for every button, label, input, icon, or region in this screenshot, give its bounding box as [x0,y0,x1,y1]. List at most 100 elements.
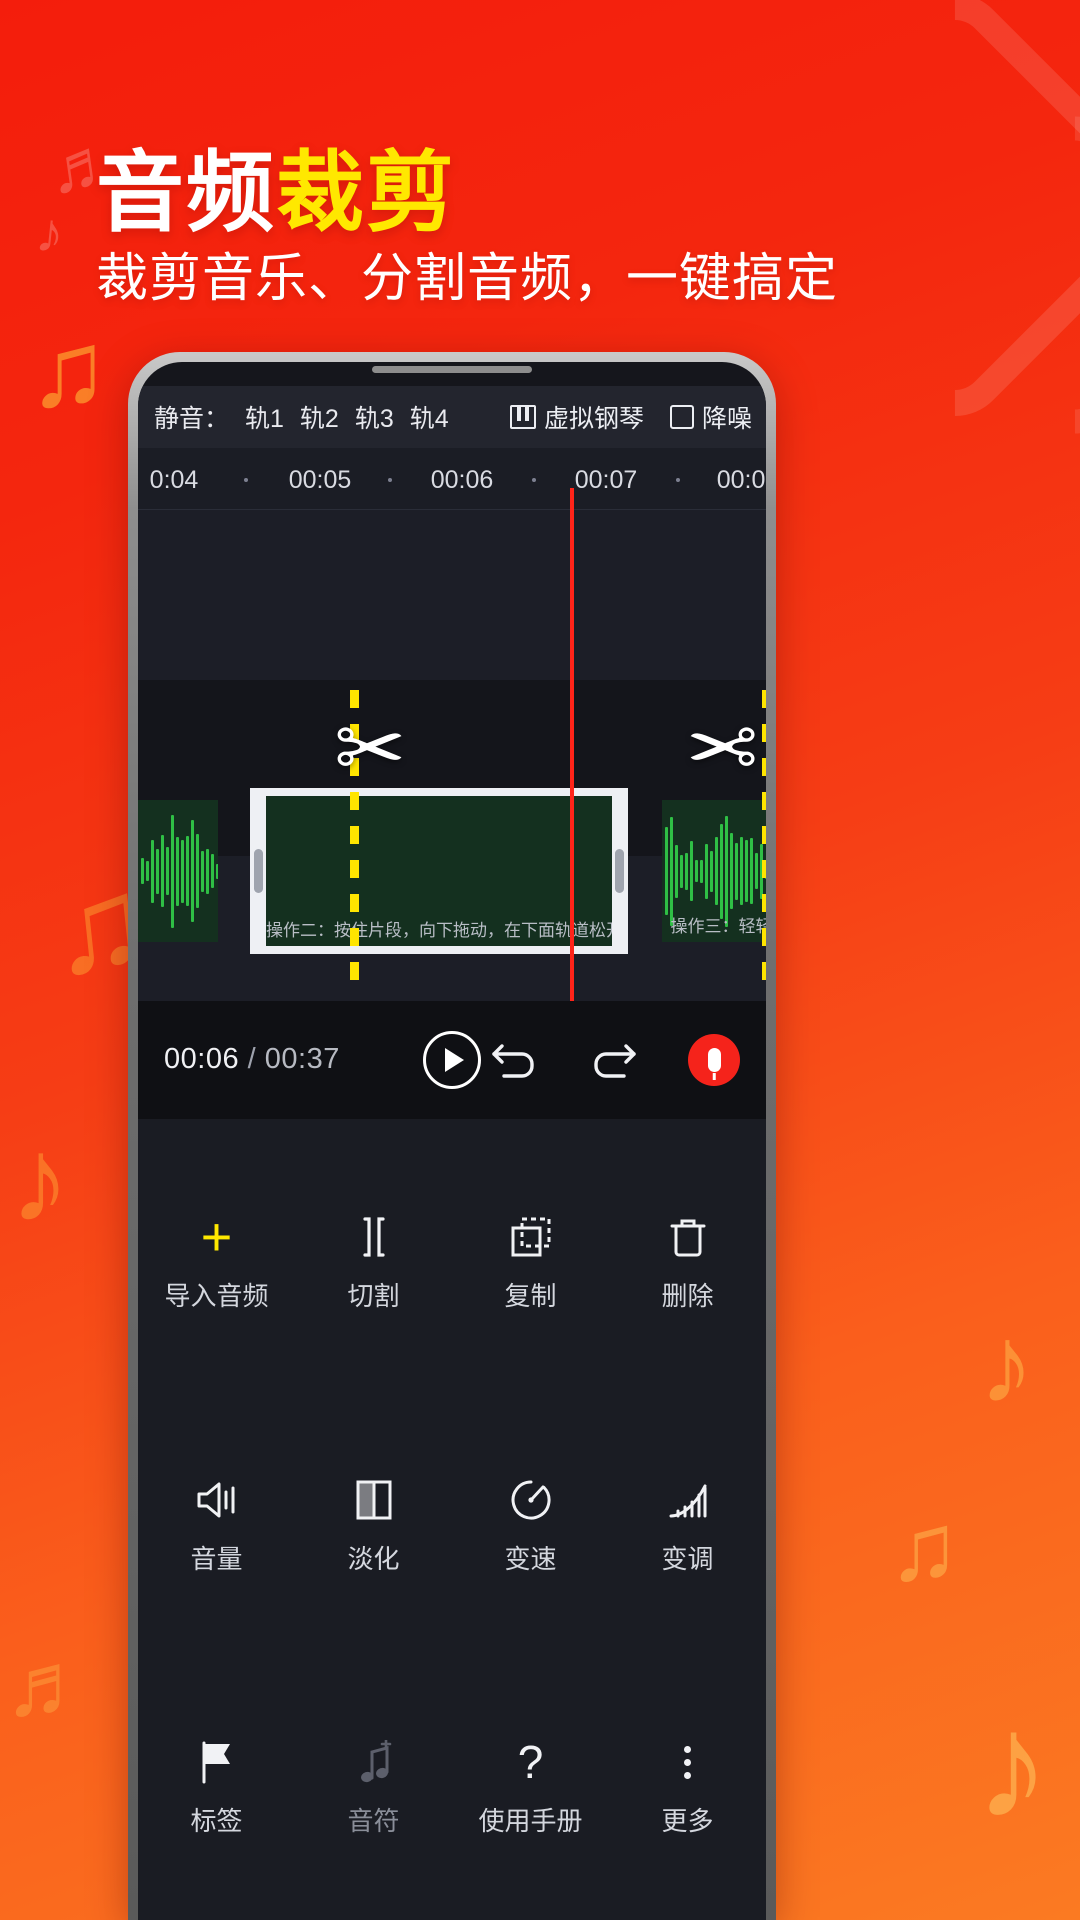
ruler-tick-label: 00:07 [574,466,638,494]
time-separator: / [247,1043,257,1075]
tool-label: 切割 [347,1281,400,1312]
microphone-icon [707,1047,721,1072]
ruler-tick-label: 00:05 [288,466,352,494]
tool-label: 使用手册 [478,1806,583,1837]
ruler-tick-label: 0:04 [149,466,199,494]
playhead[interactable] [570,510,574,1001]
track-toggle-2[interactable]: 轨2 [300,399,339,435]
tool-label: 标签 [190,1806,243,1837]
track-toggle-3[interactable]: 轨3 [355,399,394,435]
speed-icon [510,1477,552,1523]
ruler-tick-label: 00:06 [430,466,494,494]
note-add-icon [354,1739,394,1785]
tool-split[interactable]: 切割 [295,1133,452,1396]
tool-pitch[interactable]: 变调 [609,1395,766,1658]
pitch-icon [667,1477,709,1523]
noise-reduction-label: 降噪 [701,405,752,433]
play-button[interactable] [423,1030,481,1089]
flag-icon [197,1739,237,1785]
copy-icon [510,1214,552,1260]
piano-icon [509,405,536,429]
record-button[interactable] [688,1033,740,1086]
audio-clip-right-caption: 操作三：轻轻点 [670,917,767,936]
phone-screen: 静音： 轨1 轨2 轨3 轨4 虚拟钢琴 降噪 0:04 00:05 00:06… [138,362,766,1920]
ruler-tick-label: 00:08 [716,466,766,494]
play-icon [445,1047,464,1072]
tool-fade[interactable]: 淡化 [295,1395,452,1658]
trim-handle-right[interactable] [615,849,624,893]
question-icon: ? [517,1736,544,1789]
promo-title: 音频裁剪 [96,122,456,249]
plus-icon: + [200,1207,233,1268]
volume-icon [195,1477,239,1523]
tool-label: 音量 [190,1543,243,1574]
total-time: 00:37 [264,1043,340,1075]
music-note-icon: ♫ [28,308,109,429]
tool-delete[interactable]: 删除 [609,1133,766,1396]
tool-label-marker[interactable]: 标签 [138,1658,295,1920]
cut-marker-right[interactable] [762,690,766,990]
tool-note[interactable]: 音符 [295,1658,452,1920]
promo-title-yellow: 裁剪 [276,143,457,242]
virtual-piano-button[interactable]: 虚拟钢琴 [509,399,644,435]
virtual-piano-label: 虚拟钢琴 [543,405,644,433]
mute-label: 静音： [154,405,230,433]
ruler-tick-dot [532,478,536,482]
timeline-area[interactable]: 操作三：轻轻点 操作二：按住片段，向下拖动，在下面轨道松开 ✂ ✂ [138,510,766,1001]
waveform [138,800,218,942]
tool-volume[interactable]: 音量 [138,1395,295,1658]
music-note-icon: ♪ [975,1681,1050,1849]
noise-reduction-button[interactable]: 降噪 [669,399,752,435]
promo-subtitle: 裁剪音乐、分割音频，一键搞定 [96,250,839,308]
more-icon [684,1739,691,1785]
selected-clip-body: 操作二：按住片段，向下拖动，在下面轨道松开 [266,796,612,946]
tool-speed[interactable]: 变速 [452,1395,609,1658]
tool-label: 导入音频 [164,1281,269,1312]
tool-copy[interactable]: 复制 [452,1133,609,1396]
scissors-icon-left: ✂ [334,701,407,797]
audio-editor-app: 静音： 轨1 轨2 轨3 轨4 虚拟钢琴 降噪 0:04 00:05 00:06… [138,362,766,1920]
music-note-icon: ♫ [888,1494,960,1601]
audio-clip-right[interactable]: 操作三：轻轻点 [662,800,766,942]
time-readout: 00:06 / 00:37 [164,1043,340,1076]
track-lane-1[interactable] [138,510,766,680]
tool-grid: + 导入音频 切割 复制 删除 音量 淡化 变速 变调 标签 音符 ? 使用手册… [138,1118,766,1920]
transport-actions [488,1033,740,1086]
tool-label: 更多 [661,1806,714,1837]
tool-label: 变速 [504,1543,557,1574]
ruler-tick-dot [676,478,680,482]
undo-button[interactable] [488,1040,540,1080]
selected-clip-caption: 操作二：按住片段，向下拖动，在下面轨道松开 [266,921,612,940]
fade-icon [354,1477,394,1523]
tool-import-audio[interactable]: + 导入音频 [138,1133,295,1396]
current-time: 00:06 [164,1043,240,1075]
music-note-icon: ♪ [979,1303,1034,1426]
redo-button[interactable] [588,1040,640,1080]
topbar-actions: 虚拟钢琴 降噪 [509,399,752,435]
audio-clip-left[interactable] [138,800,218,942]
mute-track-group: 静音： 轨1 轨2 轨3 轨4 [154,399,449,435]
trash-icon [669,1214,707,1260]
tool-manual[interactable]: ? 使用手册 [452,1658,609,1920]
tool-label: 音符 [347,1806,400,1837]
tool-label: 复制 [504,1281,557,1312]
ruler-tick-dot [388,478,392,482]
track-toggle-1[interactable]: 轨1 [245,399,284,435]
tool-more[interactable]: 更多 [609,1658,766,1920]
track-toggle-4[interactable]: 轨4 [410,399,449,435]
scissors-icon-right: ✂ [686,701,759,797]
music-note-icon: ♪ [32,199,68,266]
music-note-icon: ♬ [4,1635,94,1735]
trim-handle-left[interactable] [254,849,263,893]
checkbox-icon [669,405,694,429]
promo-title-white: 音频 [96,143,277,242]
editor-topbar: 静音： 轨1 轨2 轨3 轨4 虚拟钢琴 降噪 [138,386,766,448]
timeline-ruler[interactable]: 0:04 00:05 00:06 00:07 00:08 [138,448,766,510]
split-icon [354,1214,394,1260]
playhead-ruler-part [570,488,574,510]
phone-mockup: 静音： 轨1 轨2 轨3 轨4 虚拟钢琴 降噪 0:04 00:05 00:06… [128,352,776,1920]
music-note-icon: ♪ [10,1113,70,1247]
tool-label: 淡化 [347,1543,400,1574]
tool-label: 删除 [661,1281,714,1312]
transport-bar: 00:06 / 00:37 [138,1000,766,1119]
